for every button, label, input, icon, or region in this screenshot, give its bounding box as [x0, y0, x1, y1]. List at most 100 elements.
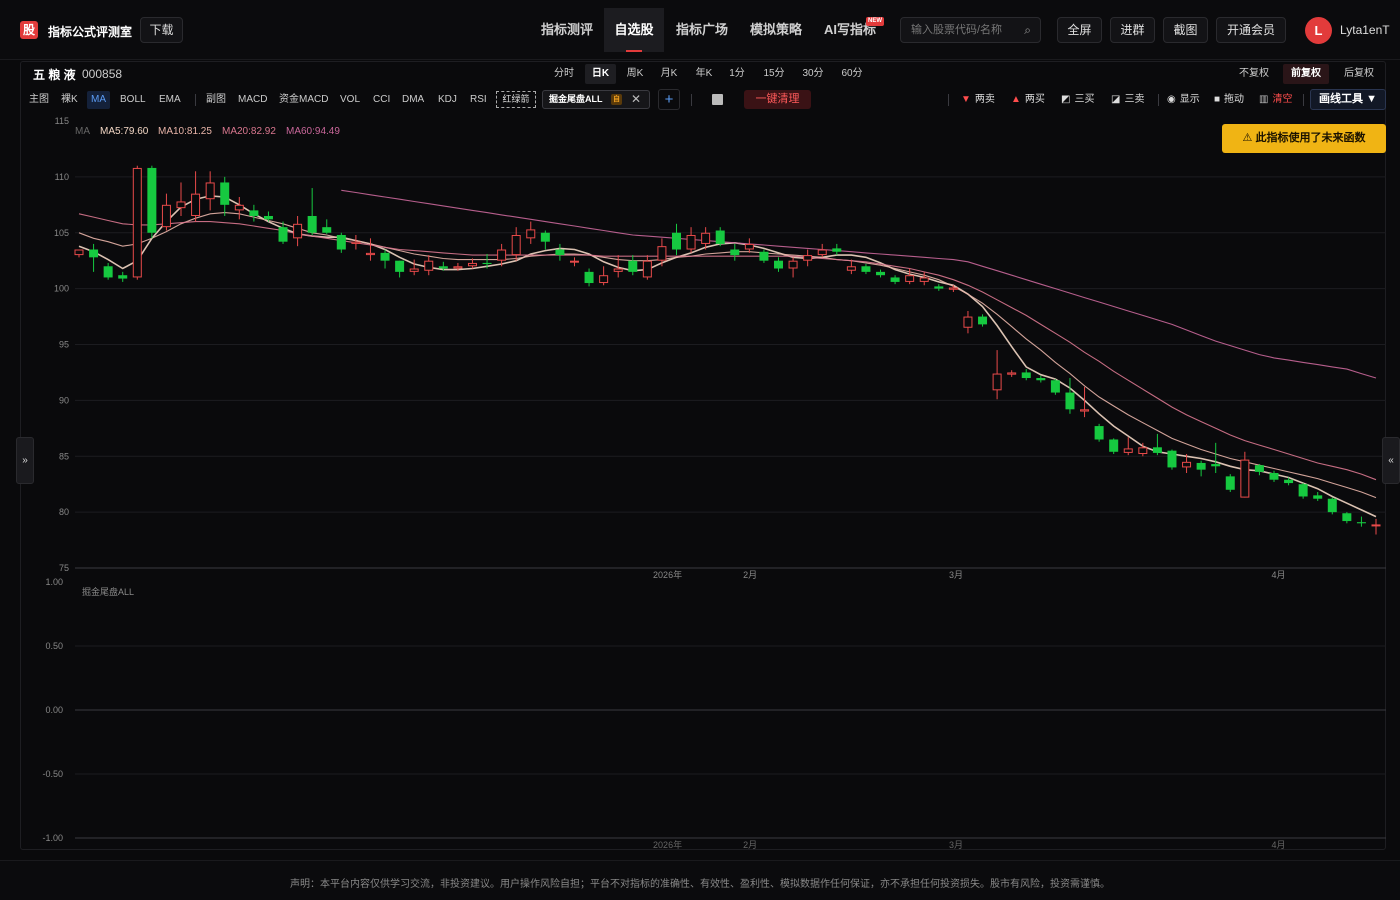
ma-legend-item: MA60:94.49 [286, 126, 340, 137]
candle-body-down [861, 266, 871, 272]
candle-body-down [1167, 450, 1177, 468]
candle-body-up [351, 241, 361, 244]
price-tick-label: 90 [59, 395, 69, 405]
candle-body-up [365, 252, 375, 256]
candle-body-down [89, 249, 99, 258]
candle-body-down [978, 316, 988, 325]
price-tick-label: 85 [59, 451, 69, 461]
candle-body-up [686, 234, 696, 250]
sub-tick-label: 0.50 [45, 641, 63, 651]
future-function-warning[interactable]: ⚠ 此指标使用了未来函数 [1222, 124, 1386, 153]
candle-body-down [1109, 439, 1119, 452]
sub-chart-axis: 1.00 0.50 0.00 -0.50 -1.00 [42, 577, 63, 843]
price-tick-label: 115 [55, 116, 69, 126]
candle-body-down [1254, 465, 1264, 472]
candle-body-up [992, 373, 1002, 391]
candle-body-up [599, 275, 609, 284]
collapse-right-icon[interactable]: « [1382, 437, 1400, 484]
candle-body-up [1182, 461, 1192, 468]
candle-body-up [453, 266, 463, 269]
candle-body-up [293, 223, 303, 239]
candle-body-down [1356, 522, 1366, 524]
candle-body-down [715, 230, 725, 244]
sub-time-axis: 2026年 2月 3月 4月 [653, 839, 1285, 850]
candle-body-down [934, 286, 944, 289]
price-tick-label: 95 [59, 340, 69, 350]
candle-body-up [1007, 372, 1017, 375]
candle-body-down [380, 252, 390, 261]
candle-body-up [234, 204, 244, 211]
sub-time-tick-label: 3月 [949, 840, 963, 850]
sub-time-tick-label: 2026年 [653, 839, 682, 850]
candle-body-down [1036, 378, 1046, 381]
candle-body-down [118, 275, 128, 279]
candle-body-down [307, 215, 317, 233]
price-tick-label: 75 [59, 563, 69, 573]
kline-chart[interactable]: 115 110 105 100 95 90 85 80 75 2026年 2月 3月 4月 1.00 0… [0, 0, 1400, 900]
candle-body-down [1021, 372, 1031, 379]
sub-chart-title: 掘金尾盘ALL [82, 586, 134, 597]
candle-body-up [511, 234, 521, 256]
candle-body-down [322, 227, 332, 233]
candle-body-down [1225, 476, 1235, 490]
sub-time-tick-label: 4月 [1271, 840, 1285, 850]
warning-text: 此指标使用了未来函数 [1255, 132, 1366, 144]
sub-tick-label: -0.50 [42, 769, 63, 779]
candle-body-down [890, 277, 900, 282]
candle-body-down [220, 182, 230, 205]
candle-body-down [395, 260, 405, 272]
candle-body-up [948, 287, 958, 290]
candle-body-up [657, 246, 667, 261]
candle-body-up [744, 243, 754, 250]
price-tick-label: 80 [59, 507, 69, 517]
candle-body-up [424, 260, 434, 271]
sub-chart-grid [75, 645, 1386, 839]
candle-body-up [132, 167, 142, 278]
candle-body-down [832, 248, 842, 252]
ma-legend-item: MA10:81.25 [158, 126, 212, 137]
candle-body-up [176, 201, 186, 209]
candle-body-up [642, 260, 652, 278]
candle-body-down [730, 249, 740, 256]
candle-body-down [1094, 426, 1104, 440]
candle-body-down [1327, 498, 1337, 513]
candle-body-up [467, 262, 477, 267]
price-tick-label: 110 [55, 172, 69, 182]
candle-body-up [905, 275, 915, 282]
candle-body-up [919, 277, 929, 282]
expand-left-icon[interactable]: » [16, 437, 34, 484]
time-axis: 2026年 2月 3月 4月 [653, 569, 1285, 580]
time-tick-label: 2月 [743, 570, 757, 580]
candle-body-up [161, 204, 171, 228]
candle-body-down [1065, 392, 1075, 410]
candle-body-down [1050, 380, 1060, 393]
candle-body-up [846, 266, 856, 271]
candle-body-down [438, 266, 448, 269]
candle-body-down [482, 262, 492, 265]
ma-line-ma20 [78, 213, 1377, 481]
candle-body-up [963, 316, 973, 328]
sub-tick-label: 0.00 [45, 705, 63, 715]
candle-body-down [1152, 447, 1162, 453]
candle-body-down [1342, 513, 1352, 522]
candle-body-up [569, 260, 579, 263]
candle-body-down [1211, 464, 1221, 467]
candle-body-down [555, 249, 565, 256]
sub-tick-label: 1.00 [45, 577, 63, 587]
sub-time-tick-label: 2月 [743, 840, 757, 850]
candle-body-down [540, 232, 550, 242]
candle-body-up [817, 249, 827, 256]
candle-body-up [788, 260, 798, 269]
candle-body-down [1313, 495, 1323, 499]
time-tick-label: 2026年 [653, 569, 682, 580]
ma-legend-item: MA [75, 126, 90, 137]
price-tick-label: 100 [54, 284, 69, 294]
candle-body-up [497, 249, 507, 261]
candle-body-down [759, 251, 769, 261]
candle-body-down [336, 234, 346, 250]
candle-body-down [876, 271, 886, 276]
candle-body-down [278, 227, 288, 242]
time-tick-label: 3月 [949, 570, 963, 580]
candle-body-up [74, 249, 84, 256]
ma-legend-item: MA5:79.60 [100, 126, 149, 137]
